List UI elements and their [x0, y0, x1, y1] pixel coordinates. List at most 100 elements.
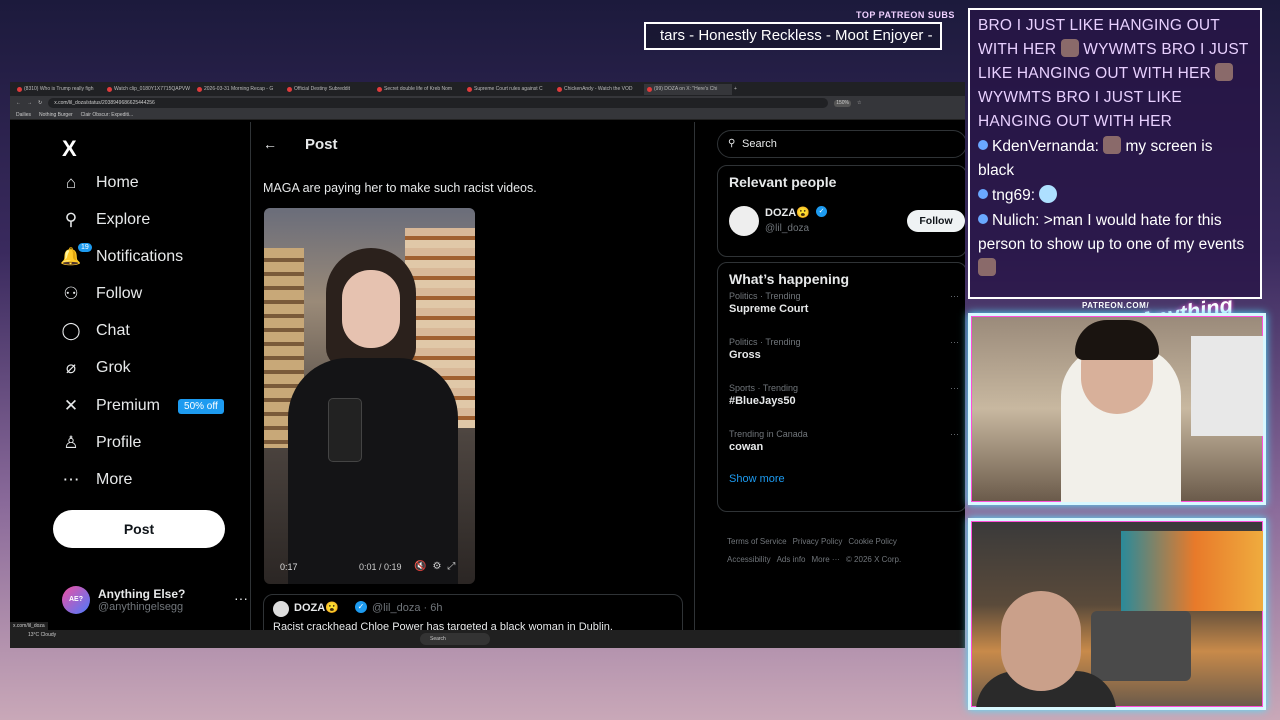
account-name: Anything Else?	[98, 587, 186, 601]
footer-link[interactable]: Privacy Policy	[793, 537, 843, 546]
premium-discount-badge: 50% off	[178, 398, 224, 414]
emote-icon	[1215, 63, 1234, 81]
x-logo-icon[interactable]: X	[62, 136, 77, 162]
quoted-author-name: DOZA😮	[294, 602, 339, 614]
verified-badge-icon: ✓	[355, 601, 367, 613]
whats-happening-title: What’s happening	[729, 271, 850, 287]
browser-tab[interactable]: ChickenAndy - Watch the VOD	[554, 84, 642, 95]
weather-widget[interactable]: 13°C Cloudy	[28, 632, 56, 638]
right-sidebar: ⚲ Search Relevant people DOZA😮 ✓ @lil_doz…	[715, 122, 965, 648]
zoom-level[interactable]: 150%	[834, 99, 851, 107]
webcam-person-hair	[1075, 320, 1159, 360]
url-field[interactable]: x.com/lil_doza/status/203894968662544425…	[48, 98, 829, 108]
browser-tab[interactable]: (99) DOZA on X: "Here's Chi	[644, 83, 732, 95]
post-button[interactable]: Post	[53, 510, 225, 548]
nav-item-notifications[interactable]: 19 🔔 Notifications	[60, 242, 183, 272]
webcam-1	[968, 313, 1266, 505]
trend-item[interactable]: Sports · Trending #BlueJays50 ···	[729, 383, 959, 423]
nav-item-label: Premium	[96, 397, 161, 414]
reload-icon[interactable]: ↻	[38, 100, 42, 106]
relevant-people-panel: Relevant people DOZA😮 ✓ @lil_doza Follow	[717, 165, 965, 257]
video-current-time[interactable]: 0:17	[280, 562, 298, 572]
bookmark-star-icon[interactable]: ☆	[857, 100, 861, 106]
trend-name: cowan	[729, 441, 764, 453]
chat-message: KdenVernanda: my screen is black	[978, 136, 1213, 179]
browser-tab[interactable]: Official Destiny Subreddit	[284, 84, 372, 95]
account-switcher[interactable]: AE? Anything Else? @anythingelsegg ···	[62, 582, 248, 618]
avatar[interactable]	[729, 206, 759, 236]
forward-nav-icon[interactable]: →	[27, 100, 32, 106]
trend-name: #BlueJays50	[729, 395, 796, 407]
search-icon: ⚲	[64, 210, 78, 229]
more-dots-icon[interactable]: ···	[950, 429, 959, 439]
new-tab-icon[interactable]: +	[734, 86, 737, 92]
more-dots-icon[interactable]: ···	[950, 337, 959, 347]
fullscreen-icon[interactable]: ⤢	[447, 561, 461, 572]
browser-tab[interactable]: (8310) Who is Trump really figh	[14, 84, 102, 95]
chat-message-caps: BRO I JUST LIKE HANGING OUT WITH HER WYW…	[978, 17, 1249, 130]
more-icon: ⋯	[62, 470, 80, 489]
browser-tab[interactable]: Supreme Court rules against C	[464, 84, 552, 95]
emote-icon	[978, 258, 996, 276]
wall-mural	[1121, 531, 1263, 611]
nav-item-explore[interactable]: ⚲ Explore	[60, 205, 150, 235]
footer-links: Terms of Service Privacy Policy Cookie Pol…	[727, 533, 957, 569]
mute-icon[interactable]: 🔇	[414, 561, 432, 572]
back-arrow-icon[interactable]: ←	[263, 136, 277, 152]
trend-category: Sports · Trending	[729, 383, 799, 393]
emote-icon	[1039, 185, 1058, 203]
video-controls: 🔇⚙⤢	[414, 561, 461, 572]
footer-link[interactable]: Cookie Policy	[848, 537, 896, 546]
trend-name: Gross	[729, 349, 761, 361]
nav-item-chat[interactable]: ◯ Chat	[60, 316, 129, 346]
chat-badge-icon	[978, 140, 988, 150]
nav-item-follow[interactable]: ⚇ Follow	[60, 279, 142, 309]
nav-item-home[interactable]: ⌂ Home	[60, 168, 139, 198]
x-icon: ✕	[63, 396, 79, 415]
video-player[interactable]: 0:17 0:01 / 0:19 🔇⚙⤢	[264, 208, 475, 584]
bell-icon: 19 🔔	[60, 243, 92, 267]
bookmark-item[interactable]: Clair Obscur: Expediti...	[81, 112, 134, 118]
couch	[1091, 611, 1191, 681]
trend-item[interactable]: Politics · Trending Gross ···	[729, 337, 959, 377]
trend-name: Supreme Court	[729, 303, 809, 315]
notification-count-badge: 19	[78, 243, 92, 252]
bookmark-item[interactable]: Nothing Burger	[39, 112, 73, 118]
show-more-link[interactable]: Show more	[729, 473, 785, 485]
nav-item-label: Home	[96, 174, 139, 191]
back-nav-icon[interactable]: ←	[16, 100, 21, 106]
tweet-text: MAGA are paying her to make such racist …	[263, 181, 537, 195]
search-input[interactable]: ⚲ Search	[717, 130, 965, 158]
chat-badge-icon	[978, 214, 988, 224]
nav-item-grok[interactable]: ⌀ Grok	[60, 353, 131, 383]
nav-item-more[interactable]: ⋯ More	[60, 465, 133, 495]
nav-item-label: Profile	[96, 434, 142, 451]
bookmarks-bar: Dailies Nothing Burger Clair Obscur: Exped…	[10, 110, 965, 120]
trend-category: Trending in Canada	[729, 429, 808, 439]
nav-item-premium[interactable]: ✕ Premium 50% off	[60, 391, 224, 421]
relevant-person-name[interactable]: DOZA😮	[765, 206, 810, 219]
nav-item-label: Notifications	[96, 248, 184, 265]
footer-link[interactable]: Accessibility	[727, 555, 771, 564]
more-dots-icon[interactable]: ···	[234, 590, 248, 606]
footer-link[interactable]: More ···	[811, 555, 839, 564]
nav-item-profile[interactable]: ♙ Profile	[60, 428, 141, 458]
browser-tab[interactable]: Watch clip_0180Y1X7715QAPVW	[104, 84, 192, 95]
trend-item[interactable]: Politics · Trending Supreme Court ···	[729, 291, 959, 331]
settings-gear-icon[interactable]: ⚙	[432, 561, 447, 572]
footer-link[interactable]: Terms of Service	[727, 537, 787, 546]
follow-button[interactable]: Follow	[907, 210, 965, 232]
more-dots-icon[interactable]: ···	[950, 383, 959, 393]
post-column: ← Post MAGA are paying her to make such …	[250, 122, 695, 648]
browser-tab[interactable]: Secret double life of Kreb Nom	[374, 84, 462, 95]
browser-tab[interactable]: 2026-03-31 Morning Recap - G	[194, 84, 282, 95]
nav-item-label: Follow	[96, 285, 143, 302]
trend-item[interactable]: Trending in Canada cowan ···	[729, 429, 959, 469]
footer-link[interactable]: Ads info	[777, 555, 806, 564]
bookmark-item[interactable]: Dailies	[16, 112, 31, 118]
taskbar-search[interactable]: Search	[420, 633, 490, 645]
footer-link[interactable]: © 2026 X Corp.	[846, 555, 901, 564]
relevant-people-title: Relevant people	[729, 174, 837, 190]
taskbar: 13°C Cloudy Search	[10, 630, 965, 648]
more-dots-icon[interactable]: ···	[950, 291, 959, 301]
